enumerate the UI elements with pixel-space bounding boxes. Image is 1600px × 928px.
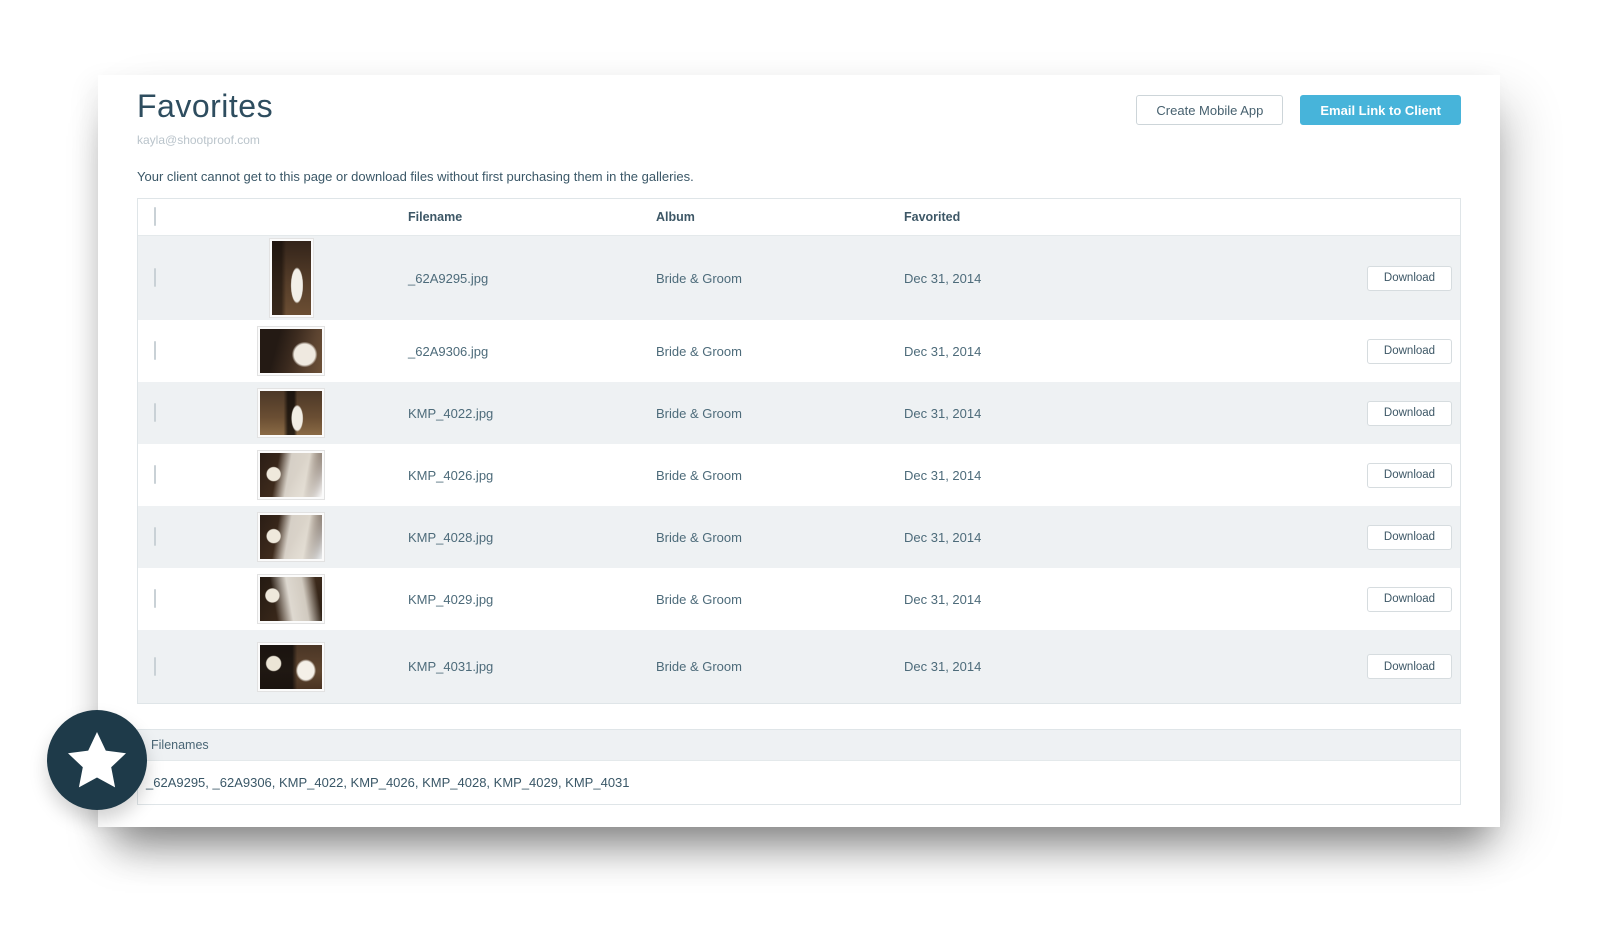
- download-button[interactable]: Download: [1367, 524, 1452, 550]
- favorites-star-badge: [47, 710, 147, 810]
- download-button[interactable]: Download: [1367, 338, 1452, 364]
- download-button[interactable]: Download: [1367, 654, 1452, 679]
- table-row: KMP_4031.jpg Bride & Groom Dec 31, 2014 …: [138, 630, 1460, 703]
- favorites-card: Favorites kayla@shootproof.com Create Mo…: [98, 75, 1500, 827]
- photo-thumbnail: [257, 641, 325, 692]
- column-header-album: Album: [656, 210, 695, 224]
- cell-filename: KMP_4029.jpg: [408, 591, 494, 607]
- cell-album: Bride & Groom: [656, 270, 742, 286]
- filenames-panel: Filenames _62A9295, _62A9306, KMP_4022, …: [137, 729, 1461, 805]
- cell-album: Bride & Groom: [656, 405, 742, 421]
- table-header-row: Filename Album Favorited: [138, 199, 1460, 236]
- star-icon: [66, 730, 128, 790]
- photo-thumbnail: [257, 388, 325, 438]
- client-email: kayla@shootproof.com: [137, 133, 260, 147]
- table-row: KMP_4028.jpg Bride & Groom Dec 31, 2014 …: [138, 506, 1460, 568]
- row-checkbox[interactable]: [154, 403, 156, 422]
- photo-thumbnail: [257, 512, 325, 562]
- download-button[interactable]: Download: [1367, 265, 1452, 291]
- email-link-to-client-button[interactable]: Email Link to Client: [1300, 95, 1461, 125]
- photo-thumbnail: [257, 574, 325, 624]
- table-row: _62A9306.jpg Bride & Groom Dec 31, 2014 …: [138, 320, 1460, 382]
- cell-favorited: Dec 31, 2014: [904, 270, 982, 286]
- photo-thumbnail: [268, 238, 314, 318]
- row-checkbox[interactable]: [154, 656, 156, 676]
- cell-favorited: Dec 31, 2014: [904, 405, 982, 421]
- cell-filename: _62A9306.jpg: [408, 343, 489, 359]
- filenames-panel-header: Filenames: [138, 730, 1460, 761]
- cell-album: Bride & Groom: [656, 529, 742, 545]
- table-row: KMP_4029.jpg Bride & Groom Dec 31, 2014 …: [138, 568, 1460, 630]
- download-button[interactable]: Download: [1367, 586, 1452, 612]
- cell-favorited: Dec 31, 2014: [904, 659, 982, 674]
- client-access-note: Your client cannot get to this page or d…: [137, 169, 694, 184]
- row-checkbox[interactable]: [154, 527, 156, 546]
- cell-filename: KMP_4022.jpg: [408, 405, 494, 421]
- cell-album: Bride & Groom: [656, 467, 742, 483]
- create-mobile-app-button[interactable]: Create Mobile App: [1136, 95, 1284, 125]
- filenames-list: _62A9295, _62A9306, KMP_4022, KMP_4026, …: [146, 775, 630, 790]
- table-row: KMP_4022.jpg Bride & Groom Dec 31, 2014 …: [138, 382, 1460, 444]
- top-actions: Create Mobile App Email Link to Client: [1136, 95, 1461, 125]
- table-row: KMP_4026.jpg Bride & Groom Dec 31, 2014 …: [138, 444, 1460, 506]
- cell-favorited: Dec 31, 2014: [904, 529, 982, 545]
- download-button[interactable]: Download: [1367, 462, 1452, 488]
- photo-thumbnail: [257, 450, 325, 500]
- column-header-filename: Filename: [408, 210, 463, 224]
- cell-filename: KMP_4031.jpg: [408, 659, 494, 674]
- cell-filename: _62A9295.jpg: [408, 270, 489, 286]
- cell-filename: KMP_4028.jpg: [408, 529, 494, 545]
- cell-album: Bride & Groom: [656, 591, 742, 607]
- page-title: Favorites: [137, 88, 274, 124]
- select-all-checkbox[interactable]: [154, 207, 156, 226]
- cell-favorited: Dec 31, 2014: [904, 591, 982, 607]
- download-button[interactable]: Download: [1367, 400, 1452, 426]
- favorites-table: Filename Album Favorited _62A9295.jpg Br…: [137, 198, 1461, 704]
- cell-album: Bride & Groom: [656, 659, 742, 674]
- table-row: _62A9295.jpg Bride & Groom Dec 31, 2014 …: [138, 236, 1460, 320]
- cell-favorited: Dec 31, 2014: [904, 467, 982, 483]
- row-checkbox[interactable]: [154, 465, 156, 484]
- cell-favorited: Dec 31, 2014: [904, 343, 982, 359]
- cell-album: Bride & Groom: [656, 343, 742, 359]
- row-checkbox[interactable]: [154, 589, 156, 608]
- cell-filename: KMP_4026.jpg: [408, 467, 494, 483]
- row-checkbox[interactable]: [154, 341, 156, 360]
- column-header-favorited: Favorited: [904, 210, 961, 224]
- row-checkbox[interactable]: [154, 268, 156, 287]
- photo-thumbnail: [257, 326, 325, 376]
